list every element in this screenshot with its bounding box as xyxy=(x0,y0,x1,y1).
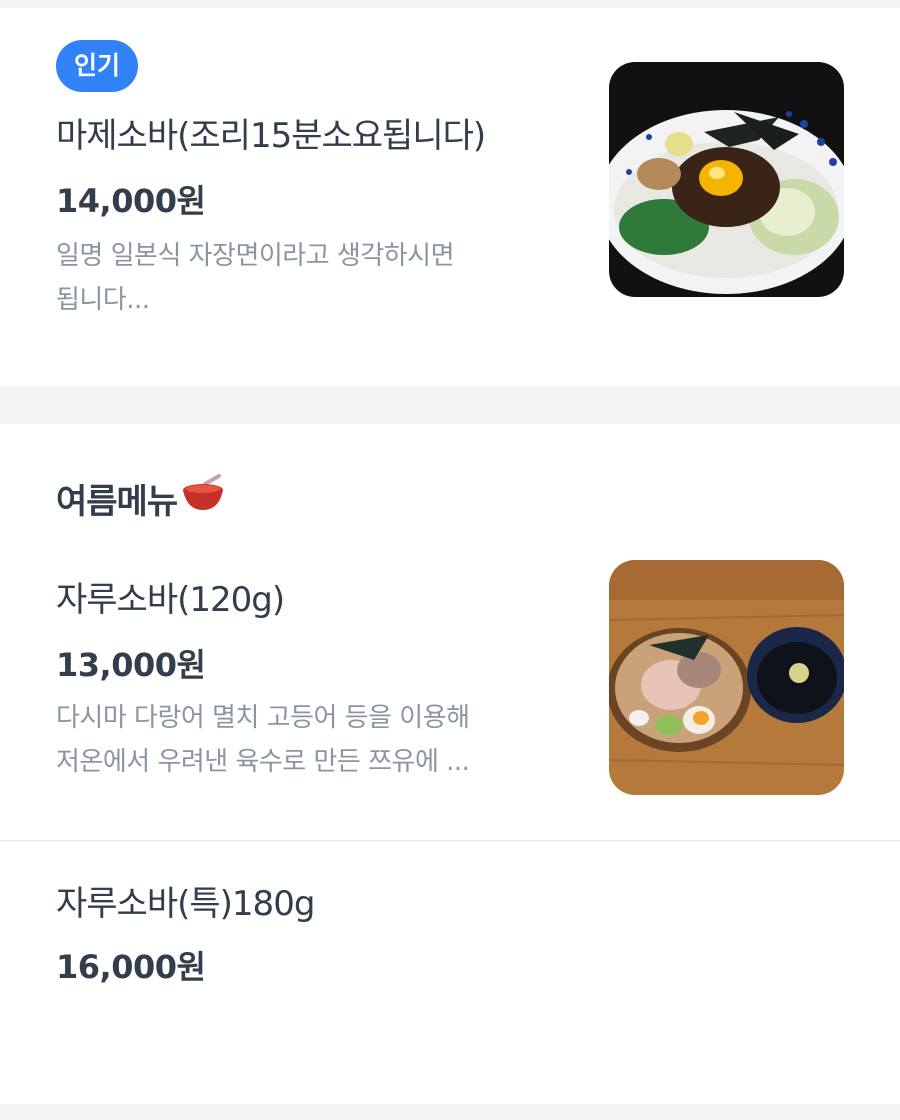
section-title: 여름메뉴 xyxy=(56,474,225,523)
menu-item-price: 16,000원 xyxy=(56,948,206,986)
menu-item-description: 다시마 다랑어 멸치 고등어 등을 이용해 저온에서 우려낸 육수로 만든 쯔유… xyxy=(56,696,526,784)
summer-menu-section: 여름메뉴 자루소바(120g) 13,000원 다시마 다랑어 멸치 고등어 등… xyxy=(0,424,900,1110)
item-divider xyxy=(0,840,900,841)
zarusoba-tray-photo xyxy=(609,560,844,795)
menu-item-description: 일명 일본식 자장면이라고 생각하시면 됩니다... xyxy=(56,234,526,322)
description-line: 일명 일본식 자장면이라고 생각하시면 xyxy=(56,241,455,271)
soup-bowl-icon xyxy=(181,474,225,523)
menu-item-name: 자루소바(특)180g xyxy=(56,884,315,924)
bottom-separator xyxy=(0,1104,900,1120)
description-line: 됩니다... xyxy=(56,285,150,315)
menu-item-price: 13,000원 xyxy=(56,646,206,684)
mazesoba-bowl-photo xyxy=(609,62,844,297)
top-separator xyxy=(0,0,900,8)
section-title-text: 여름메뉴 xyxy=(56,482,178,522)
menu-item-card[interactable]: 인기 마제소바(조리15분소요됩니다) 14,000원 일명 일본식 자장면이라… xyxy=(0,8,900,386)
description-line: 다시마 다랑어 멸치 고등어 등을 이용해 xyxy=(56,703,470,733)
description-line: 저온에서 우려낸 육수로 만든 쯔유에 ... xyxy=(56,747,470,777)
menu-item-name: 마제소바(조리15분소요됩니다) xyxy=(56,116,486,156)
menu-item-name: 자루소바(120g) xyxy=(56,580,285,620)
popular-badge: 인기 xyxy=(56,40,138,92)
mazesoba-image[interactable] xyxy=(609,62,844,297)
zarusoba-image[interactable] xyxy=(609,560,844,795)
menu-item-price: 14,000원 xyxy=(56,182,206,220)
